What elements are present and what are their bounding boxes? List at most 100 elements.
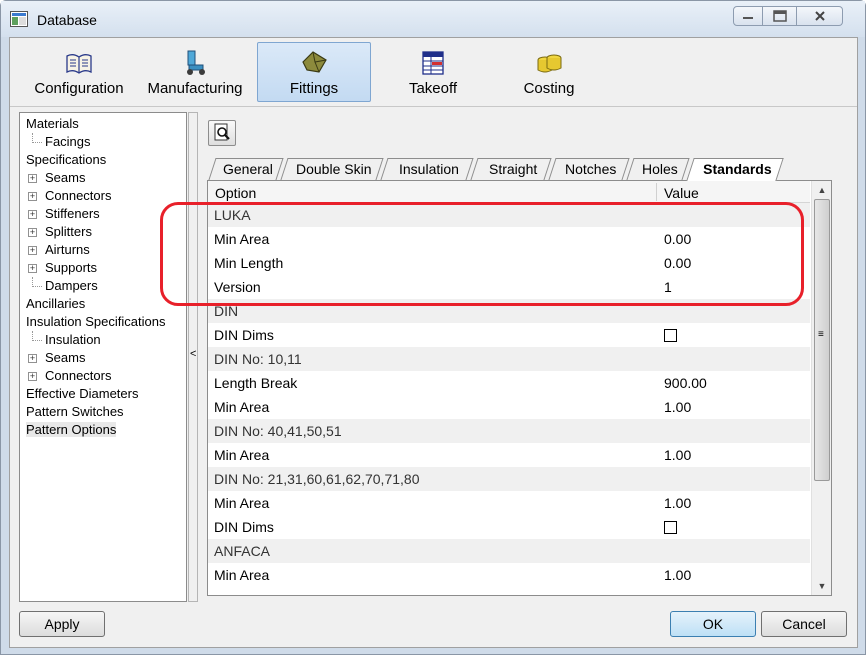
preview-button[interactable]: [208, 120, 236, 146]
toolbar-takeoff-label: Takeoff: [408, 80, 458, 97]
tree-item-specifications[interactable]: Specifications: [20, 151, 186, 169]
column-header-option[interactable]: Option: [215, 185, 256, 201]
tree-item-insulation[interactable]: Insulation: [20, 331, 186, 349]
tab-notches[interactable]: Notches: [548, 158, 630, 180]
book-icon: [66, 54, 92, 74]
row-value-text[interactable]: 1.00: [664, 395, 691, 419]
tree-item-dampers[interactable]: Dampers: [20, 277, 186, 295]
grid-row[interactable]: DIN Dims: [208, 515, 810, 539]
close-button[interactable]: [797, 6, 843, 26]
tree-item-effective-diameters[interactable]: Effective Diameters: [20, 385, 186, 403]
row-value-text[interactable]: 0.00: [664, 227, 691, 251]
grid-group-row[interactable]: DIN No: 40,41,50,51: [208, 419, 810, 443]
tree-item-seams[interactable]: + Seams: [20, 349, 186, 367]
tree-item-label: Materials: [26, 116, 79, 131]
grid-row[interactable]: Min Area 1.00: [208, 395, 810, 419]
maximize-button[interactable]: [763, 6, 797, 26]
tree-item-pattern-options[interactable]: Pattern Options: [20, 421, 186, 439]
tree-item-supports[interactable]: + Supports: [20, 259, 186, 277]
grid-row[interactable]: Min Area 1.00: [208, 491, 810, 515]
tree-item-label: Airturns: [45, 242, 90, 257]
tree-item-connectors[interactable]: + Connectors: [20, 367, 186, 385]
tab-double-skin[interactable]: Double Skin: [280, 158, 384, 180]
tab-insulation[interactable]: Insulation: [380, 158, 474, 180]
grid-row[interactable]: Length Break 900.00: [208, 371, 810, 395]
scroll-down-arrow-icon[interactable]: ▼: [812, 577, 831, 595]
tree-item-insulation-specifications[interactable]: Insulation Specifications: [20, 313, 186, 331]
row-value-text[interactable]: 0.00: [664, 251, 691, 275]
expand-plus-icon[interactable]: +: [28, 372, 37, 381]
tree-item-label: Dampers: [45, 278, 98, 293]
column-header-value[interactable]: Value: [664, 185, 699, 201]
tab-standards[interactable]: Standards: [686, 158, 784, 181]
tree-item-label: Facings: [45, 134, 91, 149]
toolbar-fittings-button[interactable]: Fittings: [257, 42, 371, 102]
coins-icon: [537, 54, 562, 73]
toolbar-costing-button[interactable]: Costing: [494, 42, 604, 102]
row-value-text[interactable]: 900.00: [664, 371, 707, 395]
tree-item-airturns[interactable]: + Airturns: [20, 241, 186, 259]
tree-item-seams[interactable]: + Seams: [20, 169, 186, 187]
tree-item-connectors[interactable]: + Connectors: [20, 187, 186, 205]
grid-row[interactable]: Min Area 1.00: [208, 443, 810, 467]
row-option-text: DIN No: 21,31,60,61,62,70,71,80: [214, 471, 420, 487]
panel-splitter[interactable]: <: [188, 112, 198, 602]
tree-item-label: Pattern Switches: [26, 404, 124, 419]
tree-connector-line: [32, 133, 42, 143]
dialog-client-area: Configuration Manufacturing Fittings Tak…: [9, 37, 858, 648]
expand-plus-icon[interactable]: +: [28, 228, 37, 237]
row-option-text: Min Area: [214, 495, 270, 511]
apply-button[interactable]: Apply: [19, 611, 105, 637]
tree-item-splitters[interactable]: + Splitters: [20, 223, 186, 241]
grid-vertical-scrollbar[interactable]: ▲ ≡ ▼: [811, 181, 831, 595]
tab-general[interactable]: General: [208, 158, 284, 180]
scroll-thumb[interactable]: ≡: [814, 199, 830, 481]
tree-item-pattern-switches[interactable]: Pattern Switches: [20, 403, 186, 421]
expand-plus-icon[interactable]: +: [28, 354, 37, 363]
options-tree[interactable]: Materials Facings Specifications + Seams + Con…: [19, 112, 187, 602]
grid-row[interactable]: Min Area 1.00: [208, 563, 810, 587]
expand-plus-icon[interactable]: +: [28, 264, 37, 273]
grid-group-row[interactable]: ANFACA: [208, 539, 810, 563]
tree-item-facings[interactable]: Facings: [20, 133, 186, 151]
cancel-button[interactable]: Cancel: [761, 611, 847, 637]
row-option-text: ANFACA: [214, 543, 271, 559]
tree-item-materials[interactable]: Materials: [20, 115, 186, 133]
toolbar-manufacturing-label: Manufacturing: [147, 80, 243, 97]
grid-group-row[interactable]: DIN: [208, 299, 810, 323]
row-value-text[interactable]: 1.00: [664, 443, 691, 467]
fitting-icon: [302, 51, 327, 73]
toolbar-configuration-button[interactable]: Configuration: [24, 42, 134, 102]
property-tabs: General Double Skin Insulation Straight …: [208, 158, 828, 181]
tab-straight[interactable]: Straight: [470, 158, 552, 180]
minimize-button[interactable]: [733, 6, 763, 26]
toolbar-takeoff-button[interactable]: Takeoff: [378, 42, 488, 102]
row-value-text[interactable]: 1: [664, 275, 672, 299]
tree-item-ancillaries[interactable]: Ancillaries: [20, 295, 186, 313]
ok-button[interactable]: OK: [670, 611, 756, 637]
grid-row[interactable]: DIN Dims: [208, 323, 810, 347]
tab-holes[interactable]: Holes: [626, 158, 690, 180]
value-checkbox[interactable]: [664, 328, 677, 342]
expand-plus-icon[interactable]: +: [28, 174, 37, 183]
title-bar[interactable]: Database: [1, 1, 865, 37]
tree-item-stiffeners[interactable]: + Stiffeners: [20, 205, 186, 223]
grid-group-row[interactable]: DIN No: 10,11: [208, 347, 810, 371]
row-value-text[interactable]: 1.00: [664, 491, 691, 515]
grid-row[interactable]: Min Area 0.00: [208, 227, 810, 251]
grid-row[interactable]: Version 1: [208, 275, 810, 299]
expand-plus-icon[interactable]: +: [28, 192, 37, 201]
grid-group-row[interactable]: LUKA: [208, 203, 810, 227]
toolbar-manufacturing-button[interactable]: Manufacturing: [140, 42, 250, 102]
expand-plus-icon[interactable]: +: [28, 210, 37, 219]
grid-group-row[interactable]: DIN No: 21,31,60,61,62,70,71,80: [208, 467, 810, 491]
row-option-text: DIN No: 40,41,50,51: [214, 423, 342, 439]
column-divider[interactable]: [656, 183, 657, 201]
tree-item-label: Supports: [45, 260, 98, 275]
scroll-up-arrow-icon[interactable]: ▲: [812, 181, 831, 199]
value-checkbox[interactable]: [664, 520, 677, 534]
grid-row[interactable]: Min Length 0.00: [208, 251, 810, 275]
expand-plus-icon[interactable]: +: [28, 246, 37, 255]
tree-item-label: Pattern Options: [26, 422, 117, 437]
row-value-text[interactable]: 1.00: [664, 563, 691, 587]
